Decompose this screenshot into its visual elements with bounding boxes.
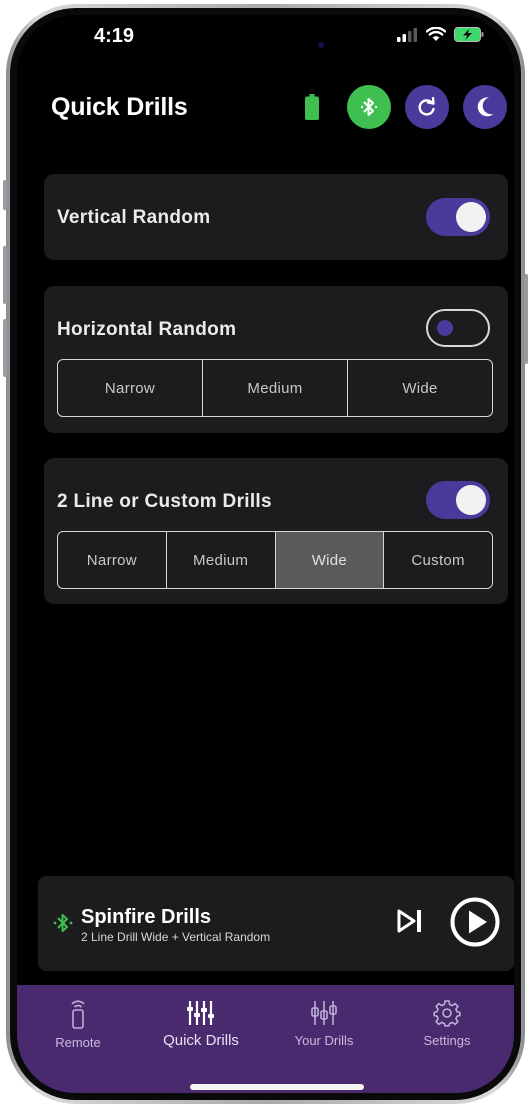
camera-dot (318, 42, 324, 48)
skip-forward-icon[interactable] (396, 909, 424, 933)
horizontal-width-segmented-control: Narrow Medium Wide (57, 359, 493, 417)
tab-your-drills[interactable]: Your Drills (274, 999, 374, 1048)
horizontal-random-card: Horizontal Random Narrow Medium Wide (44, 286, 508, 433)
tab-quick-drills[interactable]: Quick Drills (151, 999, 251, 1049)
tab-label: Your Drills (294, 1033, 354, 1048)
toggle-knob (437, 320, 453, 336)
two-line-drills-toggle[interactable] (426, 481, 490, 519)
signal-icon (397, 27, 417, 42)
tab-label: Settings (423, 1033, 471, 1048)
dark-mode-button[interactable] (463, 85, 507, 129)
bluetooth-button[interactable] (347, 85, 391, 129)
volume-down-button (3, 319, 7, 377)
bluetooth-icon (360, 98, 378, 116)
segment-wide[interactable]: Wide (275, 532, 385, 588)
two-line-drills-card: 2 Line or Custom Drills Narrow Medium Wi… (44, 458, 508, 604)
segment-narrow[interactable]: Narrow (58, 532, 167, 588)
vertical-random-title: Vertical Random (57, 207, 211, 228)
toggle-knob (456, 485, 486, 515)
status-battery-icon (454, 27, 484, 42)
volume-up-button (3, 246, 7, 304)
phone-frame: 4:19 Quick Drills Vertical Random Horizo… (3, 4, 528, 1104)
now-playing-bar[interactable]: Spinfire Drills 2 Line Drill Wide + Vert… (38, 876, 514, 971)
player-subtitle: 2 Line Drill Wide + Vertical Random (81, 930, 271, 944)
refresh-icon (418, 97, 435, 116)
quick-drills-icon (187, 1001, 214, 1025)
toggle-knob (456, 202, 486, 232)
play-icon[interactable] (450, 897, 500, 947)
power-button (524, 274, 528, 364)
vertical-random-toggle[interactable] (426, 198, 490, 236)
status-icons (396, 27, 484, 42)
tab-label: Remote (55, 1035, 101, 1050)
wifi-icon (426, 27, 446, 41)
mute-switch (3, 180, 7, 210)
horizontal-random-title: Horizontal Random (57, 319, 237, 340)
page-title: Quick Drills (51, 93, 188, 121)
status-time: 4:19 (94, 25, 135, 47)
tab-remote[interactable]: Remote (28, 999, 128, 1050)
tab-bar: Remote Quick Drills Your Drills Settings (17, 985, 514, 1093)
two-line-segmented-control: Narrow Medium Wide Custom (57, 531, 493, 589)
screen: 4:19 Quick Drills Vertical Random Horizo… (17, 15, 514, 1093)
moon-icon (477, 97, 494, 117)
player-title: Spinfire Drills (81, 906, 212, 928)
gear-icon (433, 1000, 461, 1027)
segment-wide[interactable]: Wide (348, 360, 492, 416)
refresh-button[interactable] (405, 85, 449, 129)
vertical-random-card: Vertical Random (44, 174, 508, 260)
bluetooth-icon (53, 914, 73, 932)
home-indicator (190, 1084, 364, 1090)
segment-narrow[interactable]: Narrow (58, 360, 203, 416)
bezel: 4:19 Quick Drills Vertical Random Horizo… (10, 8, 521, 1100)
horizontal-random-toggle[interactable] (426, 309, 490, 347)
two-line-drills-title: 2 Line or Custom Drills (57, 491, 272, 512)
remote-icon (71, 1000, 85, 1029)
segment-medium[interactable]: Medium (167, 532, 276, 588)
segment-custom[interactable]: Custom (384, 532, 492, 588)
your-drills-icon (311, 1001, 337, 1025)
tab-settings[interactable]: Settings (397, 999, 497, 1048)
battery-icon (305, 94, 319, 120)
segment-medium[interactable]: Medium (203, 360, 348, 416)
tab-label: Quick Drills (163, 1032, 239, 1049)
